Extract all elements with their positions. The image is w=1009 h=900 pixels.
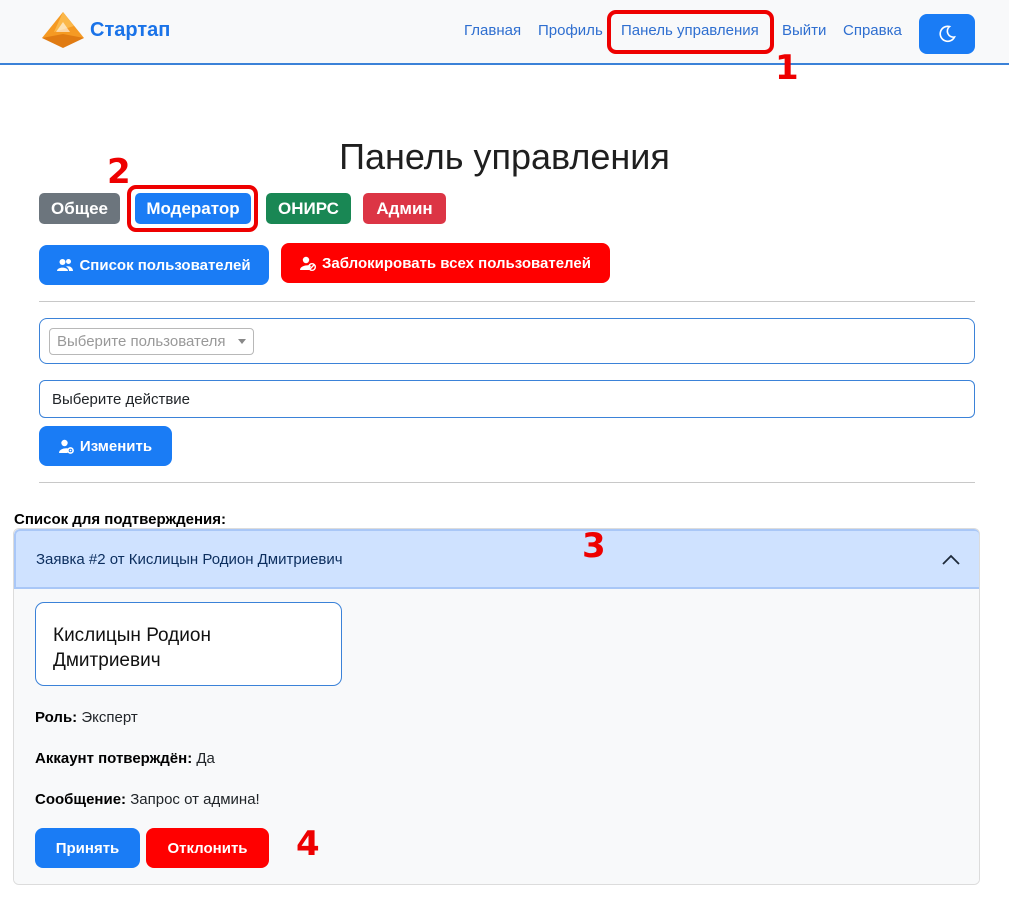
request-title: Заявка #2 от Кислицын Родион Дмитриевич [36, 551, 343, 568]
message-value: Запрос от админа! [130, 791, 260, 808]
brand[interactable]: Стартап [40, 10, 170, 50]
message-row: Сообщение: Запрос от админа! [35, 791, 260, 808]
divider [39, 482, 975, 483]
request-accordion-header[interactable]: Заявка #2 от Кислицын Родион Дмитриевич [14, 529, 979, 589]
block-all-users-button[interactable]: Заблокировать всех пользователей [281, 243, 610, 283]
highlight-box-1 [607, 10, 774, 54]
nav-link-logout[interactable]: Выйти [782, 22, 826, 39]
confirmed-value: Да [196, 750, 215, 767]
action-select[interactable]: Выберите действие [39, 380, 975, 418]
nav-link-help[interactable]: Справка [843, 22, 902, 39]
user-name-line1: Кислицын Родион [53, 625, 211, 646]
user-gear-icon [58, 439, 74, 454]
change-button[interactable]: Изменить [39, 426, 172, 466]
user-name-card: Кислицын Родион Дмитриевич [35, 602, 342, 686]
navbar: Стартап Главная Профиль Панель управлени… [0, 0, 1009, 65]
caret-down-icon [238, 339, 246, 344]
reject-button[interactable]: Отклонить [146, 828, 269, 868]
logo-icon [42, 12, 84, 48]
brand-name: Стартап [90, 18, 171, 41]
nav-link-profile[interactable]: Профиль [538, 22, 603, 39]
user-list-label: Список пользователей [79, 256, 251, 274]
badge-admin[interactable]: Админ [363, 193, 446, 224]
nav-link-home[interactable]: Главная [464, 22, 521, 39]
chevron-up-icon [942, 554, 960, 565]
annotation-2: 2 [107, 152, 131, 192]
divider [39, 301, 975, 302]
role-label: Роль: [35, 709, 78, 726]
annotation-1: 1 [775, 48, 799, 88]
confirm-list-label: Список для подтверждения: [14, 511, 227, 528]
request-accordion-body: Кислицын Родион Дмитриевич Роль: Эксперт… [14, 589, 979, 884]
user-block-icon [300, 256, 317, 271]
annotation-3: 3 [582, 526, 606, 566]
accept-button[interactable]: Принять [35, 828, 140, 868]
moon-icon [939, 25, 956, 43]
request-accordion: Заявка #2 от Кислицын Родион Дмитриевич … [13, 528, 980, 885]
change-label: Изменить [79, 437, 153, 455]
confirmed-row: Аккаунт потверждён: Да [35, 750, 215, 767]
confirmed-label: Аккаунт потверждён: [35, 750, 193, 767]
user-list-button[interactable]: Список пользователей [39, 245, 269, 285]
role-row: Роль: Эксперт [35, 709, 138, 726]
message-label: Сообщение: [35, 791, 127, 808]
role-value: Эксперт [81, 709, 138, 726]
page-title: Панель управления [339, 136, 670, 177]
badge-onirs[interactable]: ОНИРС [266, 193, 351, 224]
user-select-container: Выберите пользователя [39, 318, 975, 364]
block-all-users-label: Заблокировать всех пользователей [322, 254, 591, 272]
user-select[interactable]: Выберите пользователя [49, 328, 254, 355]
theme-toggle-button[interactable] [919, 14, 975, 54]
badge-moderator[interactable]: Модератор [135, 193, 251, 224]
users-icon [57, 259, 74, 271]
badge-general[interactable]: Общее [39, 193, 120, 224]
user-select-placeholder: Выберите пользователя [57, 333, 226, 350]
annotation-4: 4 [296, 824, 320, 864]
user-name-line2: Дмитриевич [53, 650, 161, 671]
